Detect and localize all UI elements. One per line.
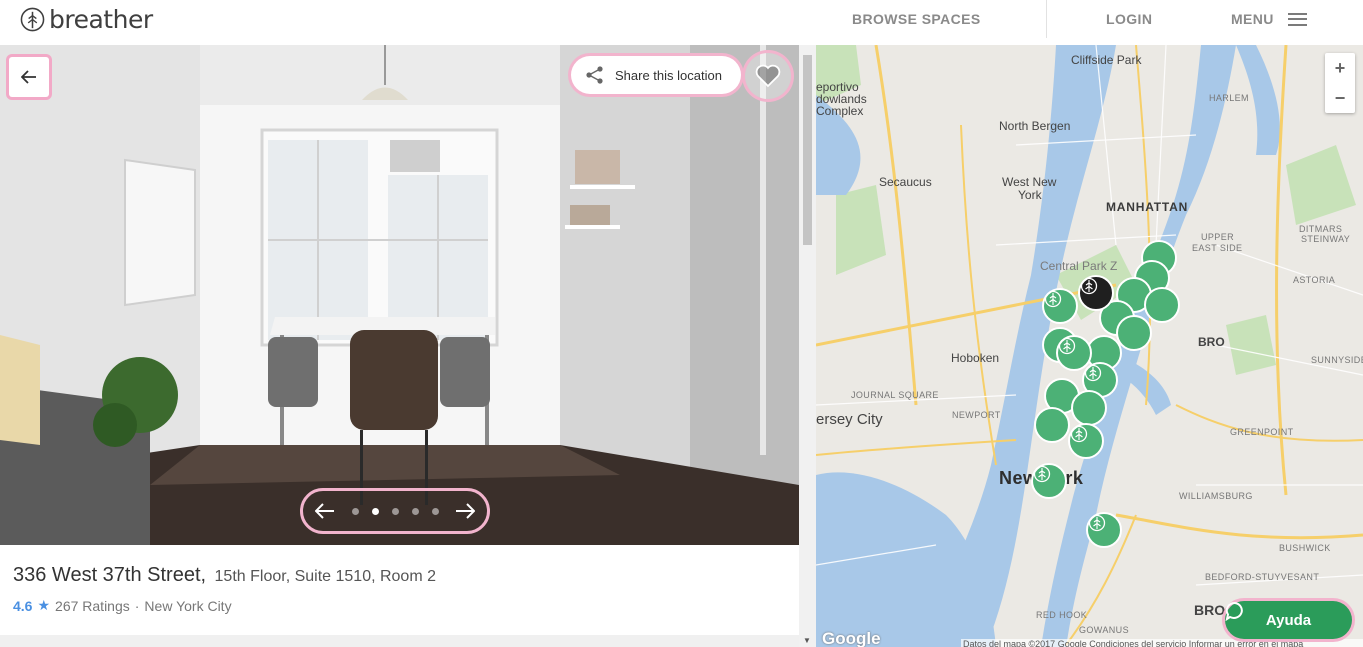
- map-attribution[interactable]: Datos del mapa ©2017 Google Condiciones …: [961, 639, 1363, 647]
- carousel-dot[interactable]: [391, 507, 399, 515]
- map-label-bushwick: BUSHWICK: [1279, 543, 1331, 553]
- map-label-upper-east-side-2: EAST SIDE: [1192, 243, 1243, 253]
- map-pin[interactable]: [1086, 512, 1122, 548]
- nav-divider: [1046, 0, 1047, 38]
- tree-icon: [1088, 514, 1106, 532]
- map-label-bro-2: BRO: [1194, 602, 1226, 618]
- tree-icon: [1080, 277, 1098, 295]
- map-pin[interactable]: [1071, 390, 1107, 426]
- tree-logo-icon: [20, 7, 45, 32]
- city-name: New York City: [144, 597, 232, 614]
- map-label-west-new-york-2: York: [1018, 188, 1042, 202]
- menu-button[interactable]: MENU: [1231, 11, 1307, 27]
- map-label-bed-stuy: BEDFORD-STUYVESANT: [1205, 572, 1320, 582]
- breather-logo[interactable]: breather: [20, 5, 153, 34]
- map-pin[interactable]: [1068, 423, 1104, 459]
- arrow-right-icon[interactable]: [455, 503, 475, 519]
- map-pin[interactable]: [1034, 407, 1070, 443]
- map-label-newport: NEWPORT: [952, 410, 1001, 420]
- zoom-out-button[interactable]: −: [1325, 83, 1355, 113]
- map-label-north-bergen: North Bergen: [999, 119, 1071, 133]
- map-zoom-controls: + −: [1325, 53, 1355, 113]
- page-bottom-strip: [0, 635, 799, 647]
- map-label-bro-1: BRO: [1198, 335, 1225, 349]
- map-label-hoboken: Hoboken: [951, 351, 1000, 365]
- map-label-manhattan: MANHATTAN: [1106, 200, 1189, 214]
- brand-name: breather: [49, 5, 153, 34]
- map-label-meadowlands-3: Complex: [816, 104, 864, 118]
- map-pin-selected[interactable]: [1078, 275, 1114, 311]
- share-icon: [586, 66, 603, 84]
- map-label-red-hook: RED HOOK: [1036, 610, 1088, 620]
- help-label: Ayuda: [1265, 611, 1312, 629]
- tree-icon: [1070, 425, 1088, 443]
- scrollbar[interactable]: ▼: [799, 45, 816, 647]
- map-pin[interactable]: [1144, 287, 1180, 323]
- map-label-journal-square: JOURNAL SQUARE: [851, 390, 939, 400]
- share-location-button[interactable]: Share this location: [571, 56, 741, 94]
- map-label-gowanus: GOWANUS: [1079, 625, 1129, 635]
- map-label-jersey-city: ersey City: [816, 411, 883, 428]
- browse-spaces-link[interactable]: BROWSE SPACES: [852, 11, 981, 27]
- help-chat-button[interactable]: Ayuda: [1225, 601, 1352, 639]
- heart-icon: [755, 64, 781, 88]
- carousel-dot[interactable]: [431, 507, 439, 515]
- map-label-williamsburg: WILLIAMSBURG: [1179, 491, 1253, 501]
- favorite-button[interactable]: [745, 53, 791, 99]
- arrow-left-icon[interactable]: [315, 503, 335, 519]
- street-address: 336 West 37th Street,: [13, 564, 207, 586]
- chat-bubble-icon: [1225, 601, 1243, 621]
- map-label-ditmars-1: DITMARS: [1299, 224, 1343, 234]
- map-label-cliffside-park: Cliffside Park: [1071, 53, 1142, 67]
- map-label-central-park: Central Park Z: [1040, 259, 1118, 273]
- listing-meta: 4.6 ★ 267 Ratings · New York City: [13, 597, 232, 614]
- map-label-secaucus: Secaucus: [879, 175, 932, 189]
- listing-info: 336 West 37th Street, 15th Floor, Suite …: [0, 545, 799, 635]
- site-header: breather BROWSE SPACES LOGIN MENU: [0, 0, 1363, 45]
- map-pin[interactable]: [1116, 315, 1152, 351]
- back-button[interactable]: [9, 57, 49, 97]
- scroll-thumb[interactable]: [803, 55, 812, 245]
- arrow-left-icon: [21, 70, 36, 84]
- map-label-astoria: ASTORIA: [1293, 275, 1336, 285]
- map-label-ditmars-2: STEINWAY: [1301, 234, 1351, 244]
- map-label-harlem: HARLEM: [1209, 93, 1249, 103]
- star-icon: ★: [37, 597, 51, 613]
- hamburger-icon: [1287, 12, 1307, 26]
- map-pin[interactable]: [1042, 288, 1078, 324]
- map-panel[interactable]: Cliffside Park eportivo dowlands Complex…: [816, 45, 1363, 647]
- carousel-dot[interactable]: [411, 507, 419, 515]
- map-pin[interactable]: [1031, 463, 1067, 499]
- unit-details: 15th Floor, Suite 1510, Room 2: [214, 568, 436, 585]
- map-label-upper-east-side-1: UPPER: [1201, 232, 1235, 242]
- room-image: [0, 45, 799, 545]
- tree-icon: [1033, 465, 1051, 483]
- scroll-down-icon[interactable]: ▼: [803, 636, 811, 645]
- zoom-in-button[interactable]: +: [1325, 53, 1355, 83]
- tree-icon: [1044, 290, 1062, 308]
- tree-icon: [1058, 337, 1076, 355]
- tree-icon: [1084, 364, 1102, 382]
- listing-address: 336 West 37th Street, 15th Floor, Suite …: [13, 564, 436, 587]
- map-label-west-new-york-1: West New: [1002, 175, 1057, 189]
- carousel-dot[interactable]: [351, 507, 359, 515]
- carousel-dot-active[interactable]: [371, 507, 379, 515]
- share-label: Share this location: [615, 67, 722, 83]
- map-label-sunnyside: SUNNYSIDE: [1311, 355, 1363, 365]
- meta-separator: ·: [134, 597, 140, 614]
- ratings-count[interactable]: 267 Ratings: [55, 598, 130, 614]
- menu-label: MENU: [1231, 11, 1274, 27]
- map-label-greenpoint: GREENPOINT: [1230, 427, 1294, 437]
- google-logo[interactable]: Google: [822, 629, 881, 647]
- space-photo: Share this location: [0, 45, 799, 545]
- carousel-dots: [351, 507, 439, 515]
- login-link[interactable]: LOGIN: [1106, 11, 1152, 27]
- photo-carousel-controls: [300, 488, 490, 534]
- rating-value: 4.6: [13, 597, 33, 614]
